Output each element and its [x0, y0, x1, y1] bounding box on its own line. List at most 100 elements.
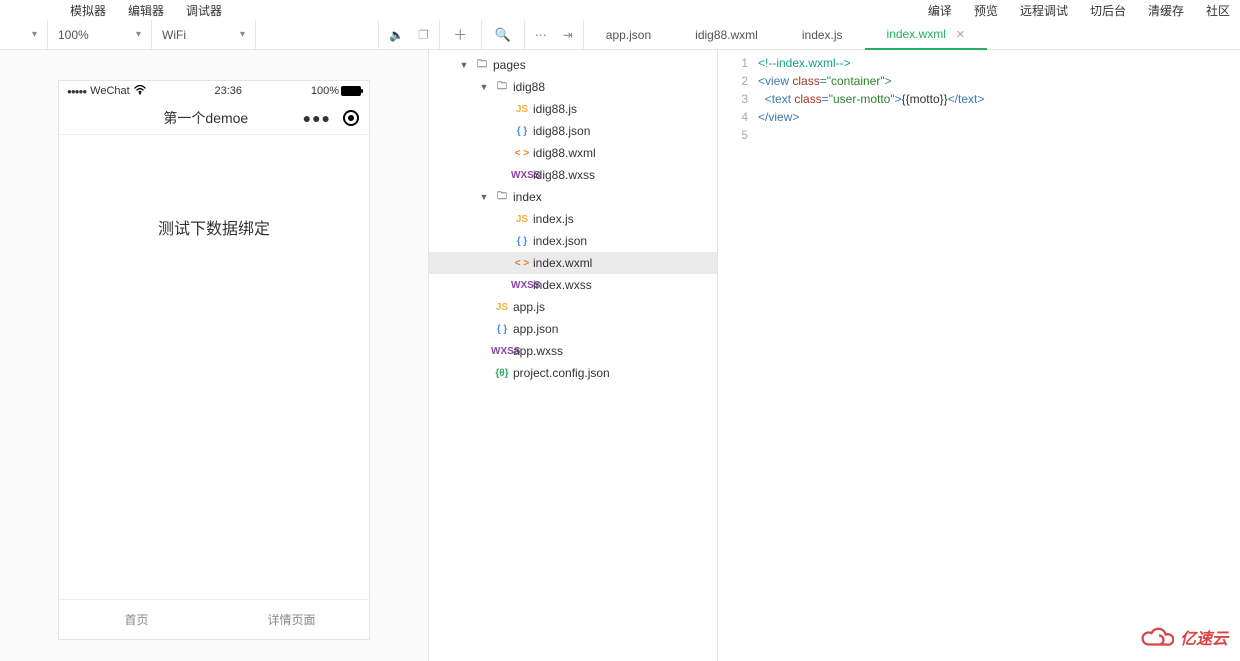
code-tag: text [958, 92, 977, 106]
wxss-icon: WXSS [491, 346, 513, 357]
tree-item-label: idig88.js [533, 102, 577, 116]
signal-dots-icon: ●●●●● [67, 87, 86, 96]
menu-simulator[interactable]: 模拟器 [70, 2, 106, 19]
json-icon: { } [491, 324, 513, 335]
line-number: 5 [718, 126, 748, 144]
code-text: {{motto}} [902, 92, 948, 106]
editor-tab-idig88-wxml[interactable]: idig88.wxml [673, 20, 780, 50]
sim-controls: 🔈 ❐ [378, 20, 440, 49]
battery-indicator: 100% [311, 85, 361, 97]
watermark-text: 亿速云 [1180, 625, 1228, 649]
chevron-icon: ▼ [457, 60, 471, 70]
code-tag: view [768, 110, 792, 124]
tree-item-label: pages [493, 58, 526, 72]
tree-item-idig88-js[interactable]: JSidig88.js [429, 98, 717, 120]
phone-title-bar: 第一个demoe ●●● [59, 101, 369, 135]
tree-item-idig88[interactable]: ▼🗀idig88 [429, 76, 717, 98]
line-number: 2 [718, 72, 748, 90]
code-lines: <!--index.wxml--> <view class="container… [758, 54, 984, 144]
js-icon: JS [491, 302, 513, 313]
tree-item-project-config-json[interactable]: {θ}project.config.json [429, 362, 717, 384]
code-punc: > [792, 110, 799, 124]
code-indent [758, 92, 765, 106]
tree-item-label: project.config.json [513, 366, 610, 380]
network-dropdown[interactable]: WiFi ▾ [152, 20, 256, 49]
target-icon[interactable] [343, 110, 359, 126]
menu-background[interactable]: 切后台 [1090, 2, 1126, 19]
signal-indicator: ●●●●● WeChat [67, 85, 146, 98]
tree-item-idig88-wxml[interactable]: < >idig88.wxml [429, 142, 717, 164]
device-dropdown[interactable]: ▾ [0, 20, 48, 49]
code-comment: <!--index.wxml--> [758, 56, 851, 70]
tree-item-label: app.js [513, 300, 545, 314]
chevron-down-icon: ▾ [240, 29, 245, 40]
tree-item-index-js[interactable]: JSindex.js [429, 208, 717, 230]
js-icon: JS [511, 104, 533, 115]
phone-body: 测试下数据绑定 [59, 135, 369, 599]
tree-item-index-wxml[interactable]: < >index.wxml [429, 252, 717, 274]
editor-tab-index-js[interactable]: index.js [780, 20, 865, 50]
menu-clear-cache[interactable]: 清缓存 [1148, 2, 1184, 19]
folder-icon: 🗀 [471, 57, 493, 74]
more-icon[interactable]: ⋯ [535, 28, 547, 42]
menu-compile[interactable]: 编译 [928, 2, 952, 19]
zoom-dropdown[interactable]: 100% ▾ [48, 20, 152, 49]
code-area[interactable]: 12345 <!--index.wxml--> <view class="con… [718, 50, 1240, 144]
tree-item-pages[interactable]: ▼🗀pages [429, 54, 717, 76]
collapse-icon[interactable]: ⇥ [563, 28, 573, 42]
close-icon[interactable]: ✕ [956, 28, 965, 41]
search-icon: 🔍 [495, 27, 511, 43]
chevron-down-icon: ▾ [32, 29, 37, 40]
tree-item-label: index.json [533, 234, 587, 248]
wxml-icon: < > [511, 258, 533, 269]
menu-preview[interactable]: 预览 [974, 2, 998, 19]
tab-home[interactable]: 首页 [59, 600, 214, 639]
tab-label: index.js [802, 28, 843, 42]
line-number: 4 [718, 108, 748, 126]
tree-item-index[interactable]: ▼🗀index [429, 186, 717, 208]
tree-item-idig88-json[interactable]: { }idig88.json [429, 120, 717, 142]
editor-tab-app-json[interactable]: app.json [584, 20, 673, 50]
cloud-icon [1138, 623, 1174, 651]
code-punc: > [977, 92, 984, 106]
add-file-button[interactable]: ＋ [440, 20, 482, 49]
js-icon: JS [511, 214, 533, 225]
tab-detail[interactable]: 详情页面 [214, 600, 369, 639]
gutter: 12345 [718, 54, 758, 144]
code-string: "user-motto" [829, 92, 895, 106]
search-button[interactable]: 🔍 [482, 20, 524, 49]
network-value: WiFi [162, 28, 186, 42]
tree-item-label: index.js [533, 212, 574, 226]
json-icon: { } [511, 126, 533, 137]
code-punc: = [822, 92, 829, 106]
tree-item-index-json[interactable]: { }index.json [429, 230, 717, 252]
tree-item-label: idig88.wxss [533, 168, 595, 182]
tree-item-app-js[interactable]: JSapp.js [429, 296, 717, 318]
phone-tabbar: 首页 详情页面 [59, 599, 369, 639]
menu-debugger[interactable]: 调试器 [186, 2, 222, 19]
page-title: 第一个demoe [69, 108, 303, 128]
editor-tab-index-wxml[interactable]: index.wxml✕ [865, 20, 988, 50]
tree-item-label: app.json [513, 322, 558, 336]
editor-pane: 12345 <!--index.wxml--> <view class="con… [718, 50, 1240, 661]
code-attr: class [792, 74, 819, 88]
battery-icon [341, 86, 361, 96]
code-tag: view [765, 74, 792, 88]
folder-icon: 🗀 [491, 189, 513, 206]
mute-icon[interactable]: 🔈 [389, 28, 404, 42]
code-punc: > [895, 92, 902, 106]
tree-item-idig88-wxss[interactable]: WXSSidig88.wxss [429, 164, 717, 186]
menu-editor[interactable]: 编辑器 [128, 2, 164, 19]
tree-item-app-json[interactable]: { }app.json [429, 318, 717, 340]
tree-item-label: idig88.wxml [533, 146, 596, 160]
tree-item-app-wxss[interactable]: WXSSapp.wxss [429, 340, 717, 362]
file-tree-pane: ▼🗀pages▼🗀idig88JSidig88.js{ }idig88.json… [428, 50, 718, 661]
line-number: 3 [718, 90, 748, 108]
menu-dots-icon[interactable]: ●●● [303, 110, 331, 126]
code-punc: = [820, 74, 827, 88]
menu-community[interactable]: 社区 [1206, 2, 1230, 19]
menu-remote-debug[interactable]: 远程调试 [1020, 2, 1068, 19]
wifi-icon [134, 85, 146, 98]
screens-icon[interactable]: ❐ [418, 28, 429, 42]
tree-item-index-wxss[interactable]: WXSSindex.wxss [429, 274, 717, 296]
